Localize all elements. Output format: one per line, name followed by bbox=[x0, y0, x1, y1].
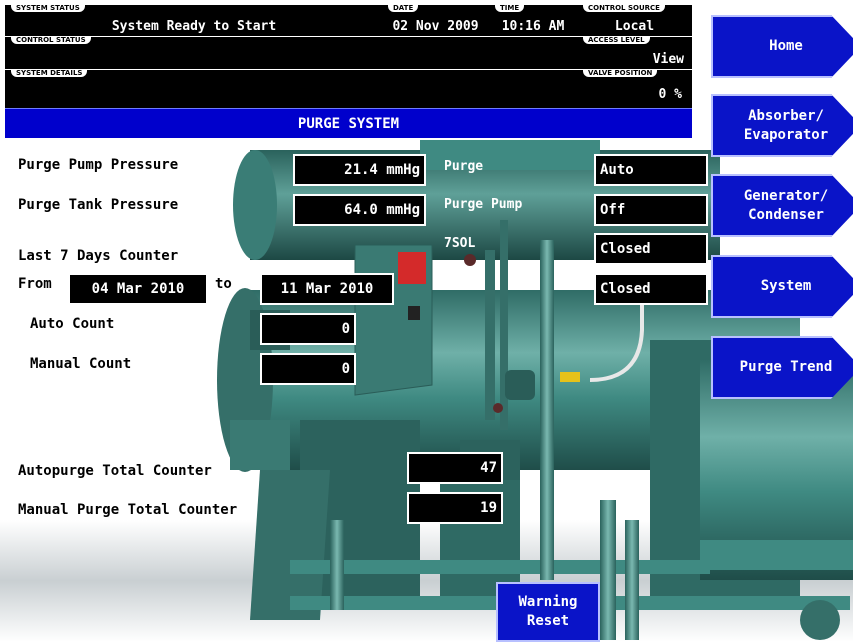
purge-pump-value: Off bbox=[594, 194, 708, 226]
purge-pump-pressure-value: 21.4 mmHg bbox=[293, 154, 426, 186]
purge-mode-value: Auto bbox=[594, 154, 708, 186]
system-button[interactable]: System bbox=[711, 255, 853, 318]
autopurge-total-counter-value: 47 bbox=[407, 452, 503, 484]
to-label: to bbox=[215, 276, 232, 292]
time-field: TIME 10:16 AM bbox=[489, 4, 577, 36]
from-date-input[interactable]: 04 Mar 2010 bbox=[68, 273, 208, 305]
purge-tank-pressure-label: Purge Tank Pressure bbox=[18, 197, 179, 213]
valve-position-value: 0 % bbox=[658, 87, 682, 102]
from-label: From bbox=[18, 276, 52, 292]
last-7-days-counter-title: Last 7 Days Counter bbox=[18, 248, 179, 264]
8sol-label: 8SOL bbox=[444, 276, 476, 291]
to-date-input[interactable]: 11 Mar 2010 bbox=[260, 273, 394, 305]
date-tag: DATE bbox=[388, 4, 419, 12]
manual-purge-total-counter-label: Manual Purge Total Counter bbox=[18, 502, 238, 518]
absorber-evaporator-button[interactable]: Absorber/ Evaporator bbox=[711, 94, 853, 157]
8sol-value: Closed bbox=[594, 273, 708, 305]
warning-reset-label: Warning Reset bbox=[518, 594, 578, 629]
control-source-tag: CONTROL SOURCE bbox=[583, 4, 665, 12]
system-details-tag: SYSTEM DETAILS bbox=[11, 69, 88, 77]
purge-pump-pressure-label: Purge Pump Pressure bbox=[18, 157, 179, 173]
access-level-field: ACCESS LEVEL View bbox=[577, 36, 692, 69]
system-status-field: SYSTEM STATUS System Ready to Start bbox=[5, 4, 383, 36]
manual-purge-total-counter-value: 19 bbox=[407, 492, 503, 524]
home-button[interactable]: Home bbox=[711, 15, 853, 78]
time-value: 10:16 AM bbox=[501, 19, 565, 34]
7sol-value: Closed bbox=[594, 233, 708, 265]
valve-position-tag: VALVE POSITION bbox=[583, 69, 658, 77]
time-tag: TIME bbox=[495, 4, 525, 12]
control-panel-icon bbox=[398, 252, 426, 284]
system-status-value: System Ready to Start bbox=[111, 19, 277, 34]
purge-tank-pressure-value: 64.0 mmHg bbox=[293, 194, 426, 226]
system-status-tag: SYSTEM STATUS bbox=[11, 4, 85, 12]
control-status-field: CONTROL STATUS bbox=[5, 36, 577, 69]
warning-reset-button[interactable]: Warning Reset bbox=[496, 582, 600, 642]
system-button-label: System bbox=[760, 278, 812, 294]
purge-pump-label: Purge Pump bbox=[444, 197, 523, 212]
auto-count-label: Auto Count bbox=[30, 316, 115, 332]
valve-position-field: VALVE POSITION 0 % bbox=[577, 69, 692, 108]
date-value: 02 Nov 2009 bbox=[392, 19, 479, 34]
manual-count-label: Manual Count bbox=[30, 356, 132, 372]
access-level-value: View bbox=[652, 52, 684, 67]
generator-condenser-button-label: Generator/ Condenser bbox=[743, 187, 829, 223]
auto-count-value: 0 bbox=[260, 313, 356, 345]
control-status-tag: CONTROL STATUS bbox=[11, 36, 91, 44]
manual-count-value: 0 bbox=[260, 353, 356, 385]
home-button-label: Home bbox=[769, 38, 803, 54]
absorber-evaporator-button-label: Absorber/ Evaporator bbox=[743, 107, 829, 143]
purge-trend-button[interactable]: Purge Trend bbox=[711, 336, 853, 399]
control-source-field: CONTROL SOURCE Local bbox=[577, 4, 692, 36]
generator-condenser-button[interactable]: Generator/ Condenser bbox=[711, 174, 853, 237]
7sol-label: 7SOL bbox=[444, 236, 476, 251]
autopurge-total-counter-label: Autopurge Total Counter bbox=[18, 463, 212, 479]
system-details-field: SYSTEM DETAILS bbox=[5, 69, 577, 108]
page-title: PURGE SYSTEM bbox=[5, 108, 692, 138]
purge-label: Purge bbox=[444, 159, 484, 174]
purge-trend-button-label: Purge Trend bbox=[739, 359, 833, 375]
control-source-value: Local bbox=[614, 19, 655, 34]
access-level-tag: ACCESS LEVEL bbox=[583, 36, 650, 44]
date-field: DATE 02 Nov 2009 bbox=[382, 4, 489, 36]
